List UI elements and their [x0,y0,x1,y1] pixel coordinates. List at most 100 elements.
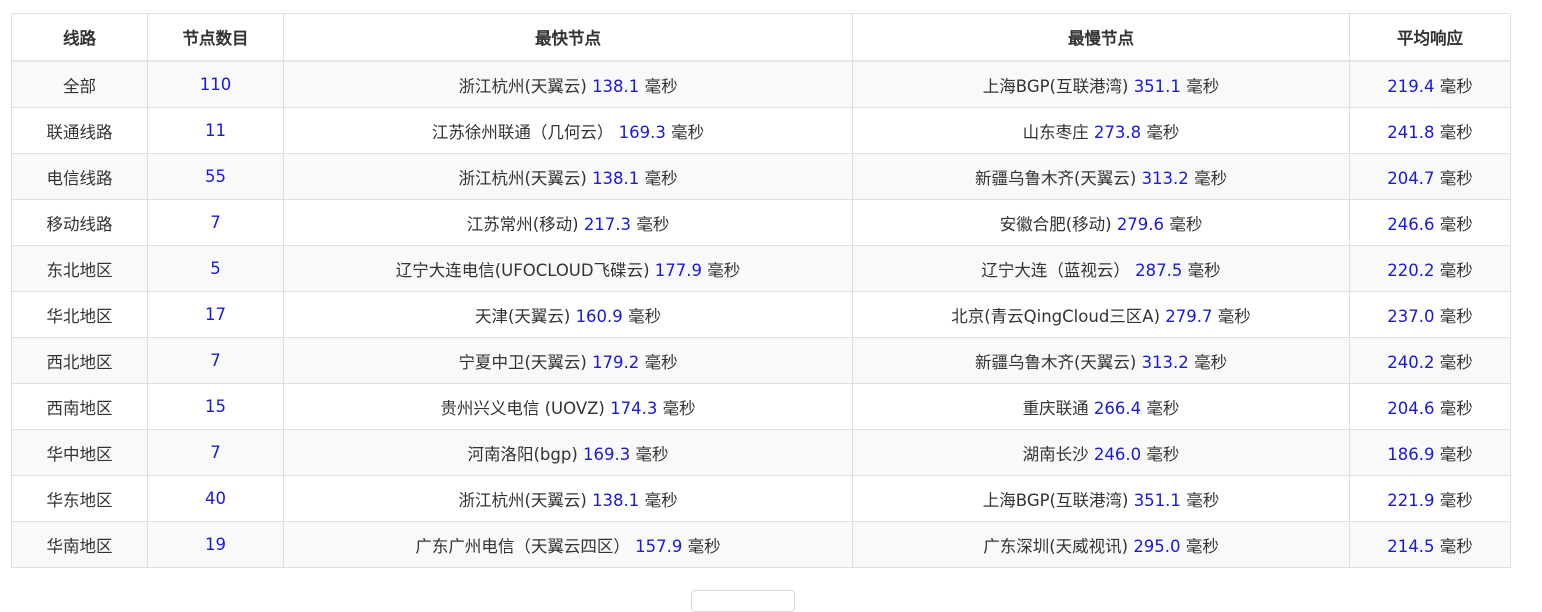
unit-label: 毫秒 [662,398,696,418]
line-cell: 全部 [11,60,148,108]
slowest-cell: 广东深圳(天威视讯) 295.0 毫秒 [852,521,1350,568]
line-cell: 华北地区 [11,291,148,338]
slowest-cell: 山东枣庄 273.8 毫秒 [852,107,1350,154]
fastest-node-name: 浙江杭州(天翼云) [458,76,587,96]
node-count: 15 [205,397,226,416]
table-row: 电信线路 55 浙江杭州(天翼云) 138.1 毫秒 新疆乌鲁木齐(天翼云) 313.… [11,153,1511,200]
table-row: 华东地区 40 浙江杭州(天翼云) 138.1 毫秒 上海BGP(互联港湾) 351.… [11,475,1511,522]
slowest-node-value: 279.6 [1116,214,1165,234]
node-count: 17 [205,305,226,324]
slowest-node-value: 266.4 [1093,398,1142,418]
unit-label: 毫秒 [644,352,678,372]
slowest-node-value: 313.2 [1141,168,1189,188]
fastest-node-value: 177.9 [654,260,703,280]
fastest-node-name: 贵州兴义电信 (UOVZ) [440,398,605,418]
unit-label: 毫秒 [1439,352,1473,372]
count-cell: 40 [147,475,284,522]
unit-label: 毫秒 [707,260,741,280]
slowest-node-value: 246.0 [1093,444,1142,464]
line-cell: 西北地区 [11,337,148,384]
node-count: 7 [210,443,221,462]
average-cell: 241.8 毫秒 [1349,107,1511,154]
table-row: 华北地区 17 天津(天翼云) 160.9 毫秒 北京(青云QingCloud三区A)… [11,291,1511,338]
node-count: 11 [205,121,226,140]
line-name: 电信线路 [46,168,113,188]
node-count: 40 [205,489,226,508]
unit-label: 毫秒 [1185,536,1219,556]
header-slowest-node: 最慢节点 [852,13,1350,62]
fastest-node-name: 天津(天翼云) [474,306,571,326]
table-row: 华中地区 7 河南洛阳(bgp) 169.3 毫秒 湖南长沙 246.0 毫秒 186.… [11,429,1511,476]
slowest-node-name: 山东枣庄 [1022,122,1089,142]
table-header: 线路 节点数目 最快节点 最慢节点 平均响应 [11,13,1511,62]
fastest-node-name: 浙江杭州(天翼云) [458,168,587,188]
slowest-node-name: 湖南长沙 [1022,444,1089,464]
line-name: 西南地区 [46,398,113,418]
fastest-node-name: 河南洛阳(bgp) [467,444,578,464]
slowest-node-name: 上海BGP(互联港湾) [982,76,1129,96]
unit-label: 毫秒 [1217,306,1251,326]
fastest-node-name: 浙江杭州(天翼云) [458,490,587,510]
slowest-cell: 上海BGP(互联港湾) 351.1 毫秒 [852,475,1350,522]
table-row: 西南地区 15 贵州兴义电信 (UOVZ) 174.3 毫秒 重庆联通 266.4 毫… [11,383,1511,430]
line-cell: 东北地区 [11,245,148,292]
count-cell: 17 [147,291,284,338]
average-cell: 237.0 毫秒 [1349,291,1511,338]
fastest-cell: 浙江杭州(天翼云) 138.1 毫秒 [283,60,853,108]
table-body: 全部 110 浙江杭州(天翼云) 138.1 毫秒 上海BGP(互联港湾) 351.1… [11,60,1511,568]
fastest-node-name: 广东广州电信（天翼云四区） [415,536,630,556]
node-count: 19 [205,535,226,554]
unit-label: 毫秒 [1439,260,1473,280]
count-cell: 19 [147,521,284,568]
unit-label: 毫秒 [1439,444,1473,464]
fastest-node-value: 160.9 [575,306,623,326]
average-cell: 220.2 毫秒 [1349,245,1511,292]
fastest-node-name: 辽宁大连电信(UFOCLOUD飞碟云) [395,260,650,280]
average-cell: 219.4 毫秒 [1349,60,1511,108]
line-cell: 联通线路 [11,107,148,154]
line-cell: 移动线路 [11,199,148,246]
unit-label: 毫秒 [1439,398,1473,418]
unit-label: 毫秒 [687,536,721,556]
average-value: 240.2 [1387,352,1435,372]
line-name: 华中地区 [46,444,113,464]
count-cell: 7 [147,337,284,384]
slowest-node-name: 上海BGP(互联港湾) [982,490,1129,510]
average-cell: 214.5 毫秒 [1349,521,1511,568]
line-cell: 华南地区 [11,521,148,568]
slowest-node-value: 279.7 [1165,306,1213,326]
unit-label: 毫秒 [1194,168,1228,188]
table-row: 移动线路 7 江苏常州(移动) 217.3 毫秒 安徽合肥(移动) 279.6 毫秒 2… [11,199,1511,246]
average-value: 204.6 [1387,398,1435,418]
fastest-cell: 宁夏中卫(天翼云) 179.2 毫秒 [283,337,853,384]
count-cell: 15 [147,383,284,430]
node-count: 5 [210,259,221,278]
fastest-node-value: 138.1 [592,76,640,96]
line-name: 全部 [63,76,96,96]
unit-label: 毫秒 [1439,122,1473,142]
slowest-node-name: 北京(青云QingCloud三区A) [951,306,1161,326]
table-row: 华南地区 19 广东广州电信（天翼云四区） 157.9 毫秒 广东深圳(天威视讯) 2… [11,521,1511,568]
fastest-cell: 浙江杭州(天翼云) 138.1 毫秒 [283,475,853,522]
slowest-node-name: 新疆乌鲁木齐(天翼云) [974,168,1137,188]
slowest-cell: 上海BGP(互联港湾) 351.1 毫秒 [852,60,1350,108]
header-line: 线路 [11,13,148,62]
table-row: 东北地区 5 辽宁大连电信(UFOCLOUD飞碟云) 177.9 毫秒 辽宁大连（蓝视… [11,245,1511,292]
unit-label: 毫秒 [1194,352,1228,372]
average-value: 246.6 [1387,214,1435,234]
average-cell: 221.9 毫秒 [1349,475,1511,522]
fastest-node-name: 宁夏中卫(天翼云) [458,352,587,372]
unit-label: 毫秒 [1146,398,1180,418]
unit-label: 毫秒 [644,168,678,188]
unit-label: 毫秒 [628,306,662,326]
count-cell: 55 [147,153,284,200]
node-count: 110 [199,75,232,94]
average-value: 241.8 [1387,122,1435,142]
average-value: 220.2 [1387,260,1435,280]
line-name: 华东地区 [46,490,113,510]
line-name: 移动线路 [46,214,113,234]
fastest-cell: 广东广州电信（天翼云四区） 157.9 毫秒 [283,521,853,568]
more-button[interactable] [691,590,795,612]
slowest-node-name: 广东深圳(天威视讯) [983,536,1129,556]
unit-label: 毫秒 [1169,214,1203,234]
